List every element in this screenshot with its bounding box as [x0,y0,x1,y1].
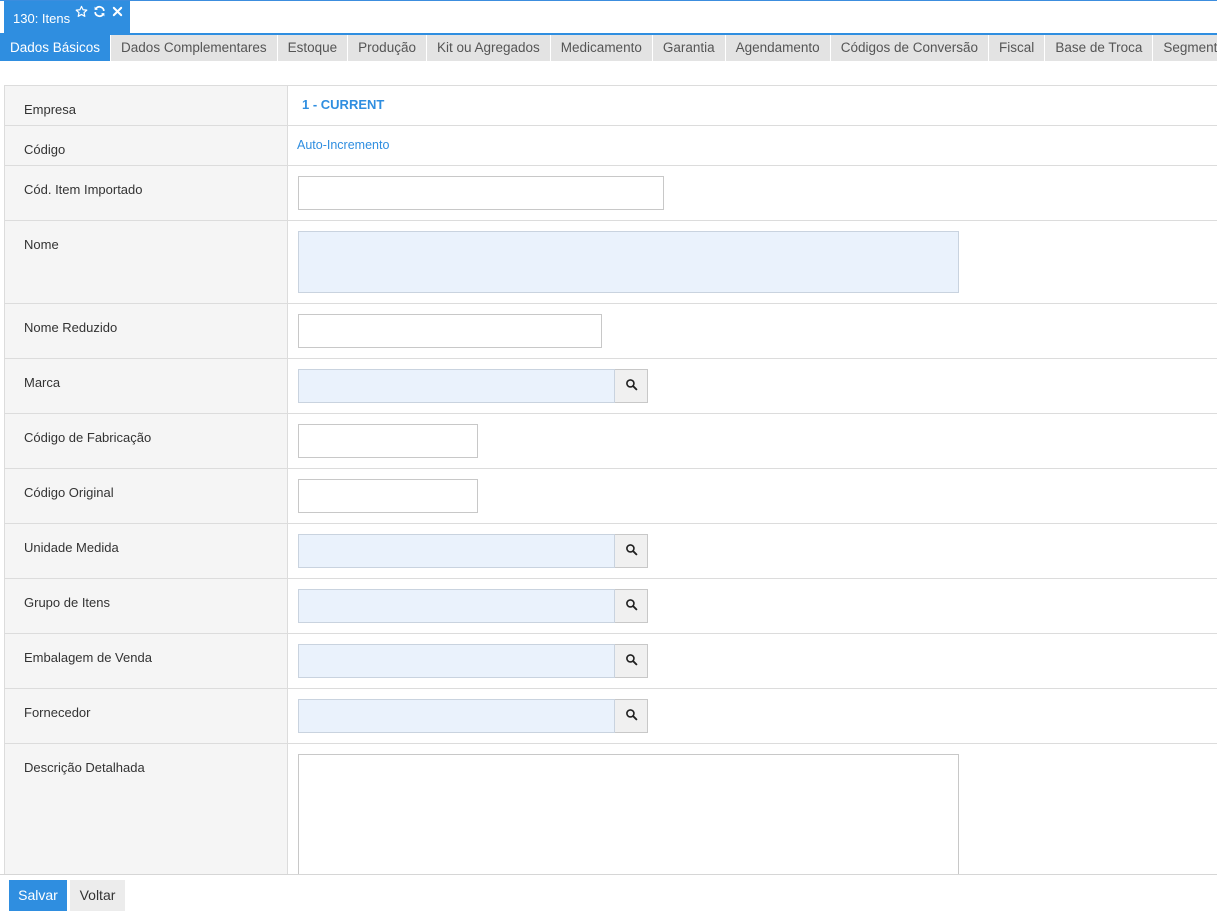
descricao-detalhada-input[interactable] [298,754,959,874]
empresa-value: 1 - CURRENT [302,97,385,112]
marca-search-button[interactable] [615,369,648,403]
label-unidade-medida: Unidade Medida [5,524,288,578]
row-descricao-detalhada: Descrição Detalhada [5,744,1217,874]
star-icon[interactable] [74,4,88,18]
label-codigo: Código [5,126,288,165]
field-codigo-original [288,469,1217,523]
label-grupo-itens: Grupo de Itens [5,579,288,633]
tab-bar: Dados Básicos Dados Complementares Estoq… [0,33,1217,61]
search-icon [625,378,638,394]
fornecedor-search-button[interactable] [615,699,648,733]
embalagem-venda-lookup [298,644,648,678]
tab-segmentos[interactable]: Segmentos [1153,35,1217,61]
row-codigo: Código Auto-Incremento [5,126,1217,166]
codigo-fabricacao-input[interactable] [298,424,478,458]
grupo-itens-search-button[interactable] [615,589,648,623]
field-unidade-medida [288,524,1217,578]
row-nome-reduzido: Nome Reduzido [5,304,1217,359]
label-embalagem-venda: Embalagem de Venda [5,634,288,688]
codigo-original-input[interactable] [298,479,478,513]
label-descricao-detalhada: Descrição Detalhada [5,744,288,874]
close-icon[interactable] [110,4,124,18]
refresh-icon[interactable] [92,4,106,18]
field-grupo-itens [288,579,1217,633]
unidade-medida-search-button[interactable] [615,534,648,568]
row-codigo-original: Código Original [5,469,1217,524]
row-empresa: Empresa 1 - CURRENT [5,86,1217,126]
field-fornecedor [288,689,1217,743]
field-descricao-detalhada [288,744,1217,874]
row-marca: Marca [5,359,1217,414]
tab-dados-basicos[interactable]: Dados Básicos [0,35,112,61]
label-nome: Nome [5,221,288,303]
tab-dados-complementares[interactable]: Dados Complementares [111,35,278,61]
search-icon [625,598,638,614]
field-marca [288,359,1217,413]
tab-fiscal[interactable]: Fiscal [989,35,1046,61]
back-button[interactable]: Voltar [70,880,125,911]
row-embalagem-venda: Embalagem de Venda [5,634,1217,689]
field-codigo: Auto-Incremento [288,126,1217,165]
search-icon [625,708,638,724]
tab-estoque[interactable]: Estoque [277,35,349,61]
label-codigo-fabricacao: Código de Fabricação [5,414,288,468]
embalagem-venda-input[interactable] [298,644,615,678]
row-unidade-medida: Unidade Medida [5,524,1217,579]
cod-item-importado-input[interactable] [298,176,664,210]
field-cod-item-importado [288,166,1217,220]
marca-lookup [298,369,648,403]
form-footer: Salvar Voltar [0,874,1217,916]
label-fornecedor: Fornecedor [5,689,288,743]
search-icon [625,653,638,669]
marca-input[interactable] [298,369,615,403]
tab-garantia[interactable]: Garantia [652,35,726,61]
field-nome-reduzido [288,304,1217,358]
field-nome [288,221,1217,303]
label-cod-item-importado: Cód. Item Importado [5,166,288,220]
row-codigo-fabricacao: Código de Fabricação [5,414,1217,469]
window-tab[interactable]: 130: Itens [4,1,130,33]
label-empresa: Empresa [5,86,288,125]
nome-reduzido-input[interactable] [298,314,602,348]
tab-agendamento[interactable]: Agendamento [725,35,831,61]
search-icon [625,543,638,559]
unidade-medida-input[interactable] [298,534,615,568]
window-tab-title: 130: Itens [13,11,71,26]
tab-base-troca[interactable]: Base de Troca [1045,35,1154,61]
item-form: Empresa 1 - CURRENT Código Auto-Incremen… [4,85,1217,874]
label-codigo-original: Código Original [5,469,288,523]
field-empresa: 1 - CURRENT [288,86,1217,125]
tab-medicamento[interactable]: Medicamento [550,35,653,61]
tab-kit-agregados[interactable]: Kit ou Agregados [426,35,551,61]
grupo-itens-input[interactable] [298,589,615,623]
save-button[interactable]: Salvar [9,880,67,911]
fornecedor-lookup [298,699,648,733]
row-fornecedor: Fornecedor [5,689,1217,744]
label-nome-reduzido: Nome Reduzido [5,304,288,358]
top-accent-line [0,0,1217,1]
field-codigo-fabricacao [288,414,1217,468]
tab-producao[interactable]: Produção [348,35,427,61]
row-cod-item-importado: Cód. Item Importado [5,166,1217,221]
nome-input[interactable] [298,231,959,293]
grupo-itens-lookup [298,589,648,623]
row-grupo-itens: Grupo de Itens [5,579,1217,634]
tab-codigos-conversao[interactable]: Códigos de Conversão [830,35,990,61]
embalagem-venda-search-button[interactable] [615,644,648,678]
unidade-medida-lookup [298,534,648,568]
row-nome: Nome [5,221,1217,304]
label-marca: Marca [5,359,288,413]
field-embalagem-venda [288,634,1217,688]
codigo-value: Auto-Incremento [297,138,390,152]
fornecedor-input[interactable] [298,699,615,733]
